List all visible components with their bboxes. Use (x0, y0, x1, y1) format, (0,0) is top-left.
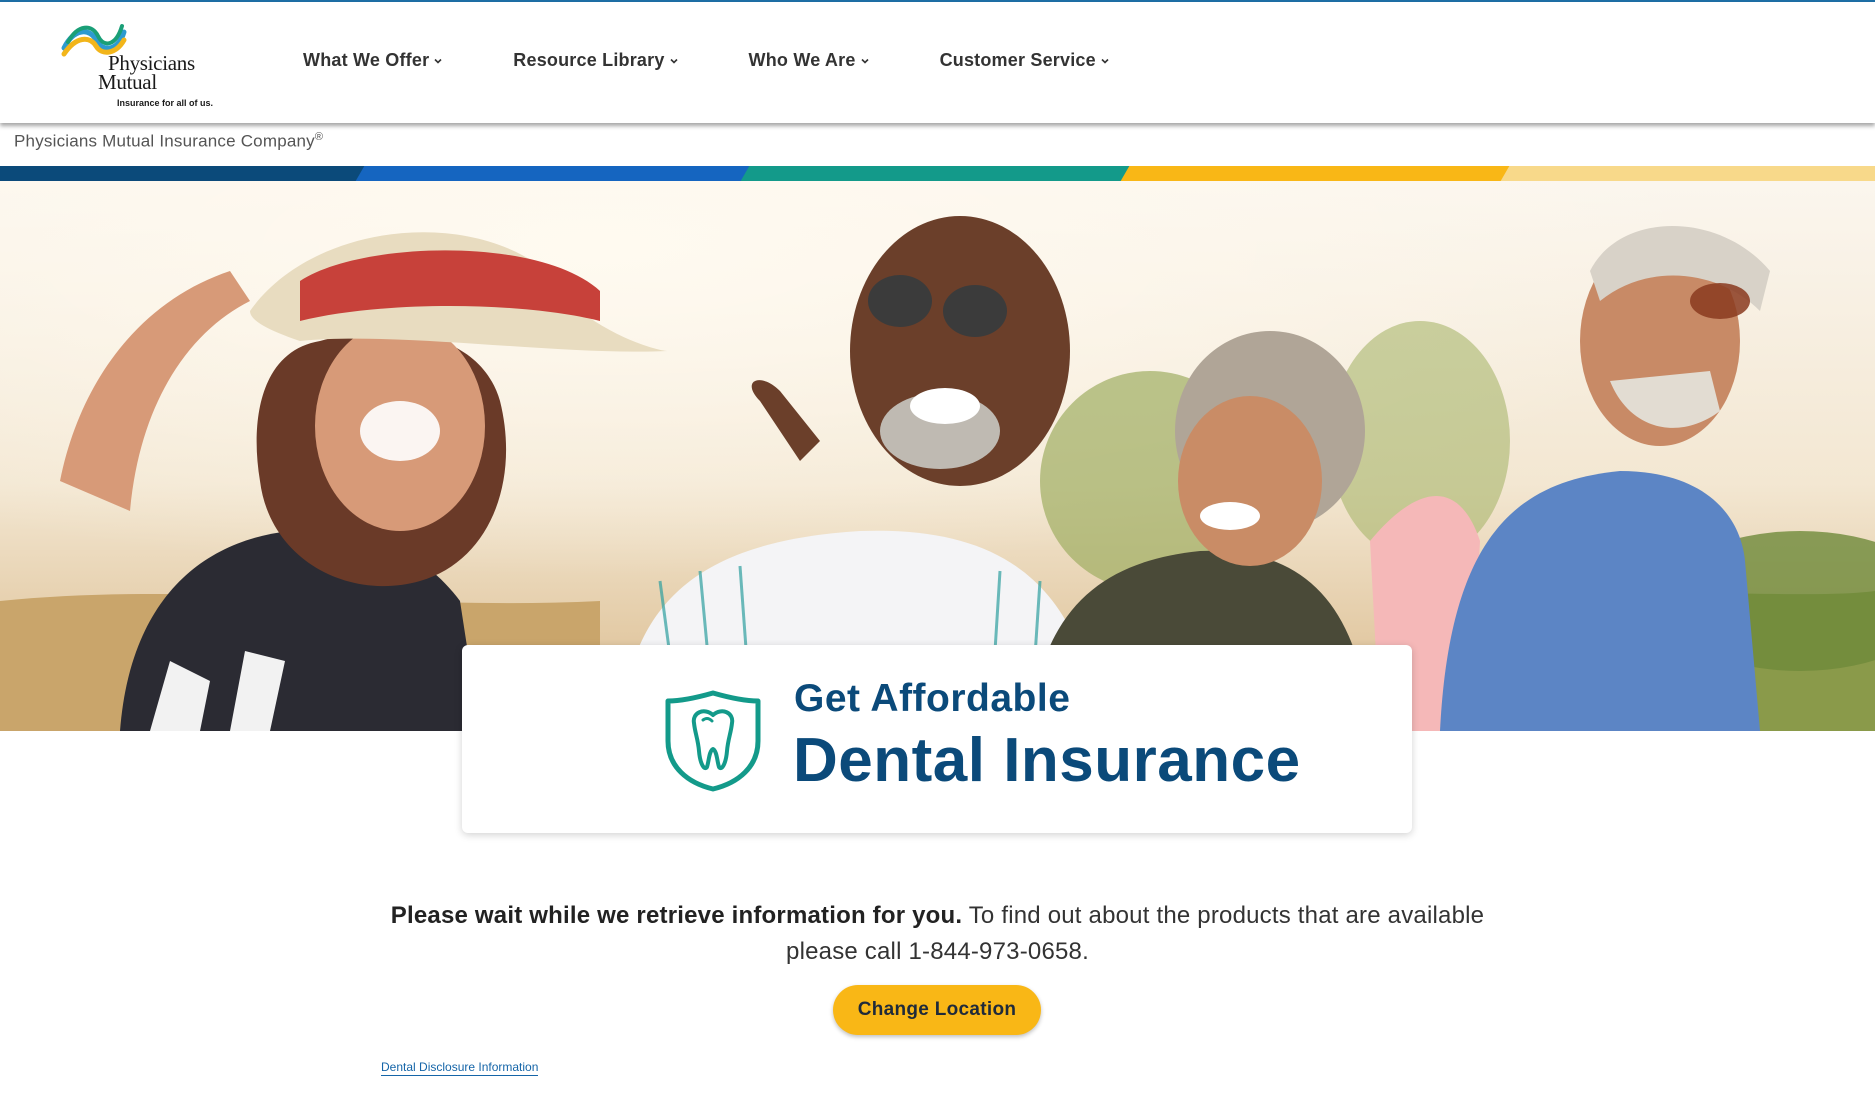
nav-customer-service[interactable]: Customer Service (940, 50, 1110, 71)
chevron-down-icon (669, 58, 678, 64)
dental-disclosure-link[interactable]: Dental Disclosure Information (381, 1060, 539, 1076)
stripe-blue (355, 166, 760, 181)
nav-resource-library[interactable]: Resource Library (513, 50, 678, 71)
nav-what-we-offer[interactable]: What We Offer (303, 50, 443, 71)
notice-bold-text: Please wait while we retrieve informatio… (390, 902, 963, 929)
logo-tagline: Insurance for all of us. (117, 98, 214, 108)
stripe-light-gold (1500, 166, 1875, 181)
registered-mark: ® (314, 131, 324, 143)
nav-label: Resource Library (513, 50, 665, 70)
nav-label: Who We Are (748, 50, 856, 70)
stripe-teal (740, 166, 1135, 181)
company-name: Physicians Mutual Insurance Company® (14, 131, 323, 152)
title-line-1: Get Affordable (794, 677, 1071, 720)
chevron-down-icon (860, 58, 869, 64)
change-location-button[interactable]: Change Location (833, 985, 1041, 1035)
stripe-gold (1120, 166, 1515, 181)
nav-label: What We Offer (303, 50, 430, 70)
title-line-2: Dental Insurance (793, 726, 1301, 795)
physicians-mutual-logo[interactable]: Physicians Mutual Insurance for all of u… (60, 16, 230, 114)
stripe-navy (0, 166, 375, 181)
brand-color-stripe (0, 166, 1875, 181)
tooth-shield-icon (665, 690, 761, 792)
retrieval-notice: Please wait while we retrieve informatio… (380, 898, 1495, 970)
logo-wordmark: Physicians Mutual (98, 51, 195, 94)
chevron-down-icon (1101, 58, 1109, 64)
hero-title-card: Get Affordable Dental Insurance (462, 645, 1412, 833)
nav-label: Customer Service (939, 50, 1096, 70)
company-name-text: Physicians Mutual Insurance Company (14, 131, 315, 151)
site-header: Physicians Mutual Insurance for all of u… (0, 2, 1875, 123)
main-navigation: What We Offer Resource Library Who We Ar… (303, 50, 1110, 71)
nav-who-we-are[interactable]: Who We Are (749, 50, 870, 71)
chevron-down-icon (434, 58, 442, 64)
